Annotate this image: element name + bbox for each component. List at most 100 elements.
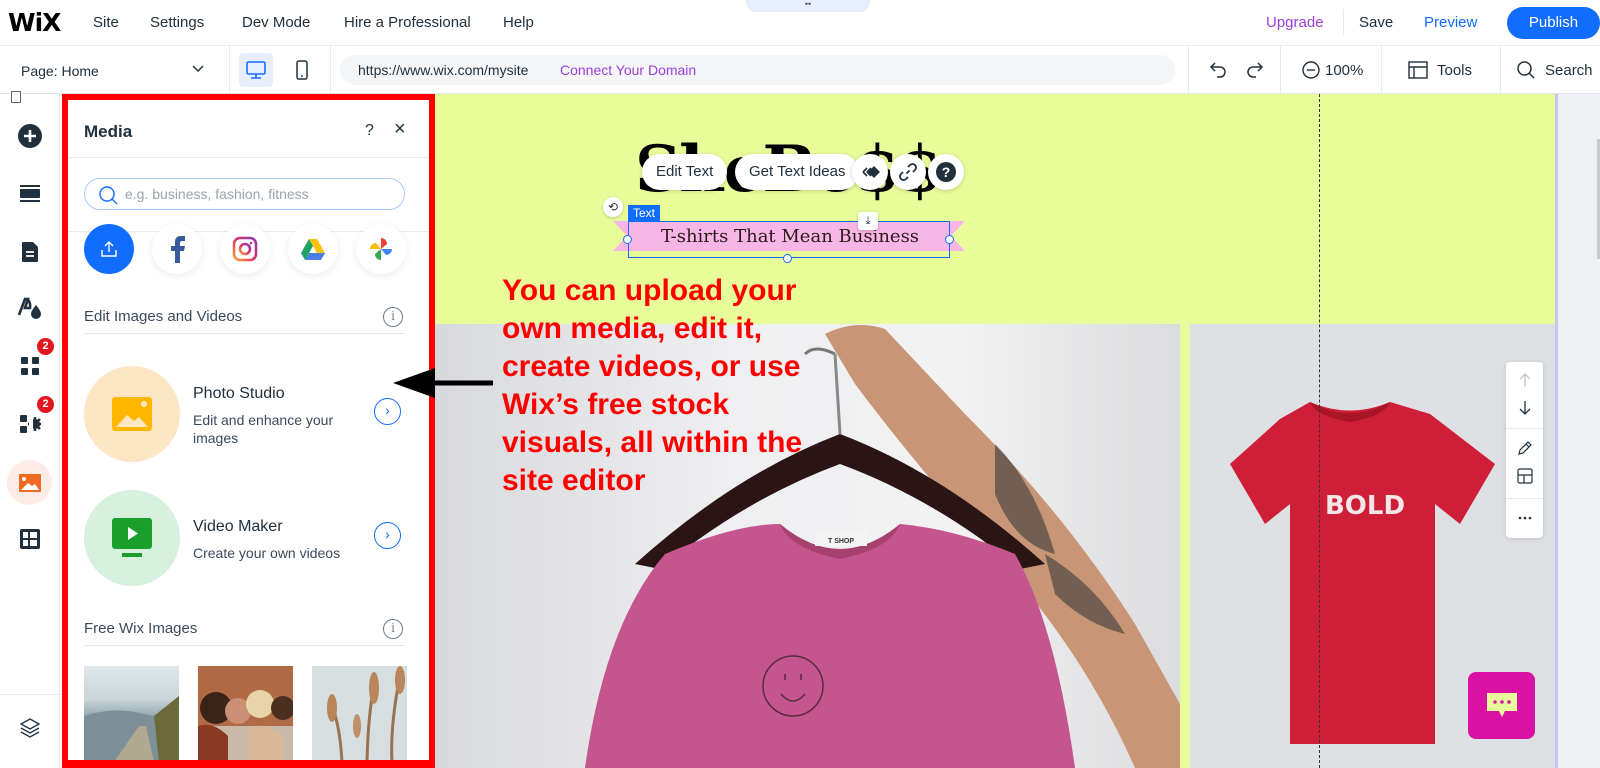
rail-business-apps[interactable]: 2 (10, 396, 54, 444)
rail-layers[interactable] (10, 708, 50, 748)
tools-icon[interactable] (1407, 59, 1429, 86)
google-photos-source-button[interactable] (356, 224, 406, 274)
media-search-input[interactable]: e.g. business, fashion, fitness (84, 178, 405, 210)
mobile-view-button[interactable] (285, 53, 319, 87)
divider (330, 46, 331, 94)
info-icon[interactable]: i (383, 619, 403, 639)
theme-icon (17, 297, 41, 319)
wix-logo[interactable]: WiX (8, 8, 61, 37)
desktop-view-button[interactable] (239, 53, 273, 87)
animation-button[interactable] (852, 154, 888, 190)
connect-domain-link[interactable]: Connect Your Domain (560, 62, 696, 78)
guide-line[interactable] (1319, 94, 1320, 768)
photo-studio-item[interactable]: Photo Studio Edit and enhance your image… (68, 356, 429, 466)
more-actions-button[interactable] (1506, 504, 1543, 532)
toolbar-drag-handle[interactable]: •• (746, 0, 870, 12)
rail-sections[interactable] (10, 174, 50, 214)
move-up-button[interactable] (1506, 366, 1543, 394)
get-text-ideas-button[interactable]: Get Text Ideas (735, 154, 860, 190)
link-button[interactable] (890, 154, 926, 190)
menu-site[interactable]: Site (93, 14, 119, 31)
tools-button[interactable]: Tools (1437, 62, 1472, 79)
tagline-text-box[interactable]: T-shirts That Mean Business (628, 221, 950, 258)
info-icon[interactable]: i (383, 307, 403, 327)
photo-studio-thumb (84, 366, 180, 462)
facebook-source-button[interactable] (152, 224, 202, 274)
resize-handle-left[interactable] (623, 235, 632, 244)
resize-handle-right[interactable] (945, 235, 954, 244)
menu-help[interactable]: Help (503, 14, 534, 31)
save-button[interactable]: Save (1359, 14, 1393, 31)
divider (84, 333, 405, 334)
desktop-icon (246, 61, 266, 79)
google-drive-icon (301, 238, 325, 260)
arrow-down-icon (1519, 401, 1530, 415)
shirt-print-text: BOLD (1325, 491, 1405, 521)
top-bar: WiX Site Settings Dev Mode Hire a Profes… (0, 0, 1600, 46)
divider (1506, 428, 1543, 429)
video-maker-item[interactable]: Video Maker Create your own videos › (68, 480, 429, 590)
search-icon[interactable] (1515, 59, 1537, 86)
search-icon (97, 184, 119, 211)
table-icon (20, 529, 40, 549)
rail-add-elements[interactable] (10, 116, 50, 156)
rail-media[interactable] (7, 460, 52, 505)
svg-text:?: ? (942, 164, 951, 180)
pencil-icon (1517, 441, 1532, 455)
menu-dev-mode[interactable]: Dev Mode (242, 14, 310, 31)
layout-button[interactable] (1506, 462, 1543, 490)
collapse-icon[interactable] (11, 91, 21, 103)
tool-name: Photo Studio (193, 385, 285, 402)
divider (1343, 9, 1344, 35)
redo-icon[interactable] (1242, 58, 1266, 87)
facebook-icon (171, 236, 185, 263)
preview-button[interactable]: Preview (1424, 14, 1477, 31)
free-image-pampas[interactable] (312, 666, 407, 760)
free-image-women[interactable] (198, 666, 293, 760)
upload-button[interactable] (84, 224, 134, 274)
divider (1381, 46, 1382, 94)
page-selector[interactable]: Page: Home (0, 46, 230, 94)
publish-button[interactable]: Publish (1507, 7, 1600, 39)
element-type-tag: Text (628, 205, 661, 221)
edit-section-button[interactable] (1506, 434, 1543, 462)
rotate-icon[interactable]: ⟲ (603, 197, 623, 217)
rail-apps[interactable]: 2 (10, 338, 54, 386)
zoom-level[interactable]: 100% (1325, 62, 1363, 79)
google-drive-source-button[interactable] (288, 224, 338, 274)
page-icon (22, 242, 38, 262)
video-maker-thumb (84, 490, 180, 586)
chevron-right-icon[interactable]: › (374, 398, 401, 425)
chat-widget-button[interactable] (1468, 672, 1535, 739)
chat-icon (1486, 692, 1517, 717)
sections-icon (20, 185, 40, 202)
help-icon[interactable]: ? (365, 122, 374, 140)
resize-handle-bottom[interactable] (783, 254, 792, 263)
section-toolbar (1506, 362, 1543, 538)
panel-title: Media (84, 122, 133, 141)
chevron-right-icon[interactable]: › (374, 522, 401, 549)
zoom-out-icon[interactable] (1300, 59, 1322, 86)
animation-icon (862, 166, 880, 178)
rail-pages[interactable] (10, 232, 50, 272)
close-icon[interactable]: × (394, 118, 406, 141)
editor-canvas[interactable]: T SHOP BOLD SheBo$$ Edit Text Get Text I… (393, 94, 1600, 768)
free-image-mountain-road[interactable] (84, 666, 179, 760)
help-button[interactable]: ? (928, 154, 964, 190)
search-button[interactable]: Search (1545, 62, 1593, 79)
edit-text-button[interactable]: Edit Text (642, 154, 728, 190)
rail-site-design[interactable] (10, 288, 50, 328)
mobile-icon (296, 60, 308, 80)
instagram-source-button[interactable] (220, 224, 270, 274)
site-url-bar: https://www.wix.com/mysite Connect Your … (340, 55, 1175, 85)
menu-settings[interactable]: Settings (150, 14, 204, 31)
undo-icon[interactable] (1207, 58, 1231, 87)
menu-hire-professional[interactable]: Hire a Professional (344, 14, 471, 31)
tool-description: Edit and enhance your images (193, 412, 334, 446)
move-down-button[interactable] (1506, 394, 1543, 422)
upgrade-link[interactable]: Upgrade (1266, 14, 1324, 31)
stretch-icon[interactable]: ⤓ (858, 212, 878, 230)
divider (1188, 46, 1189, 94)
divider (1506, 498, 1543, 499)
rail-cms[interactable] (10, 519, 50, 559)
